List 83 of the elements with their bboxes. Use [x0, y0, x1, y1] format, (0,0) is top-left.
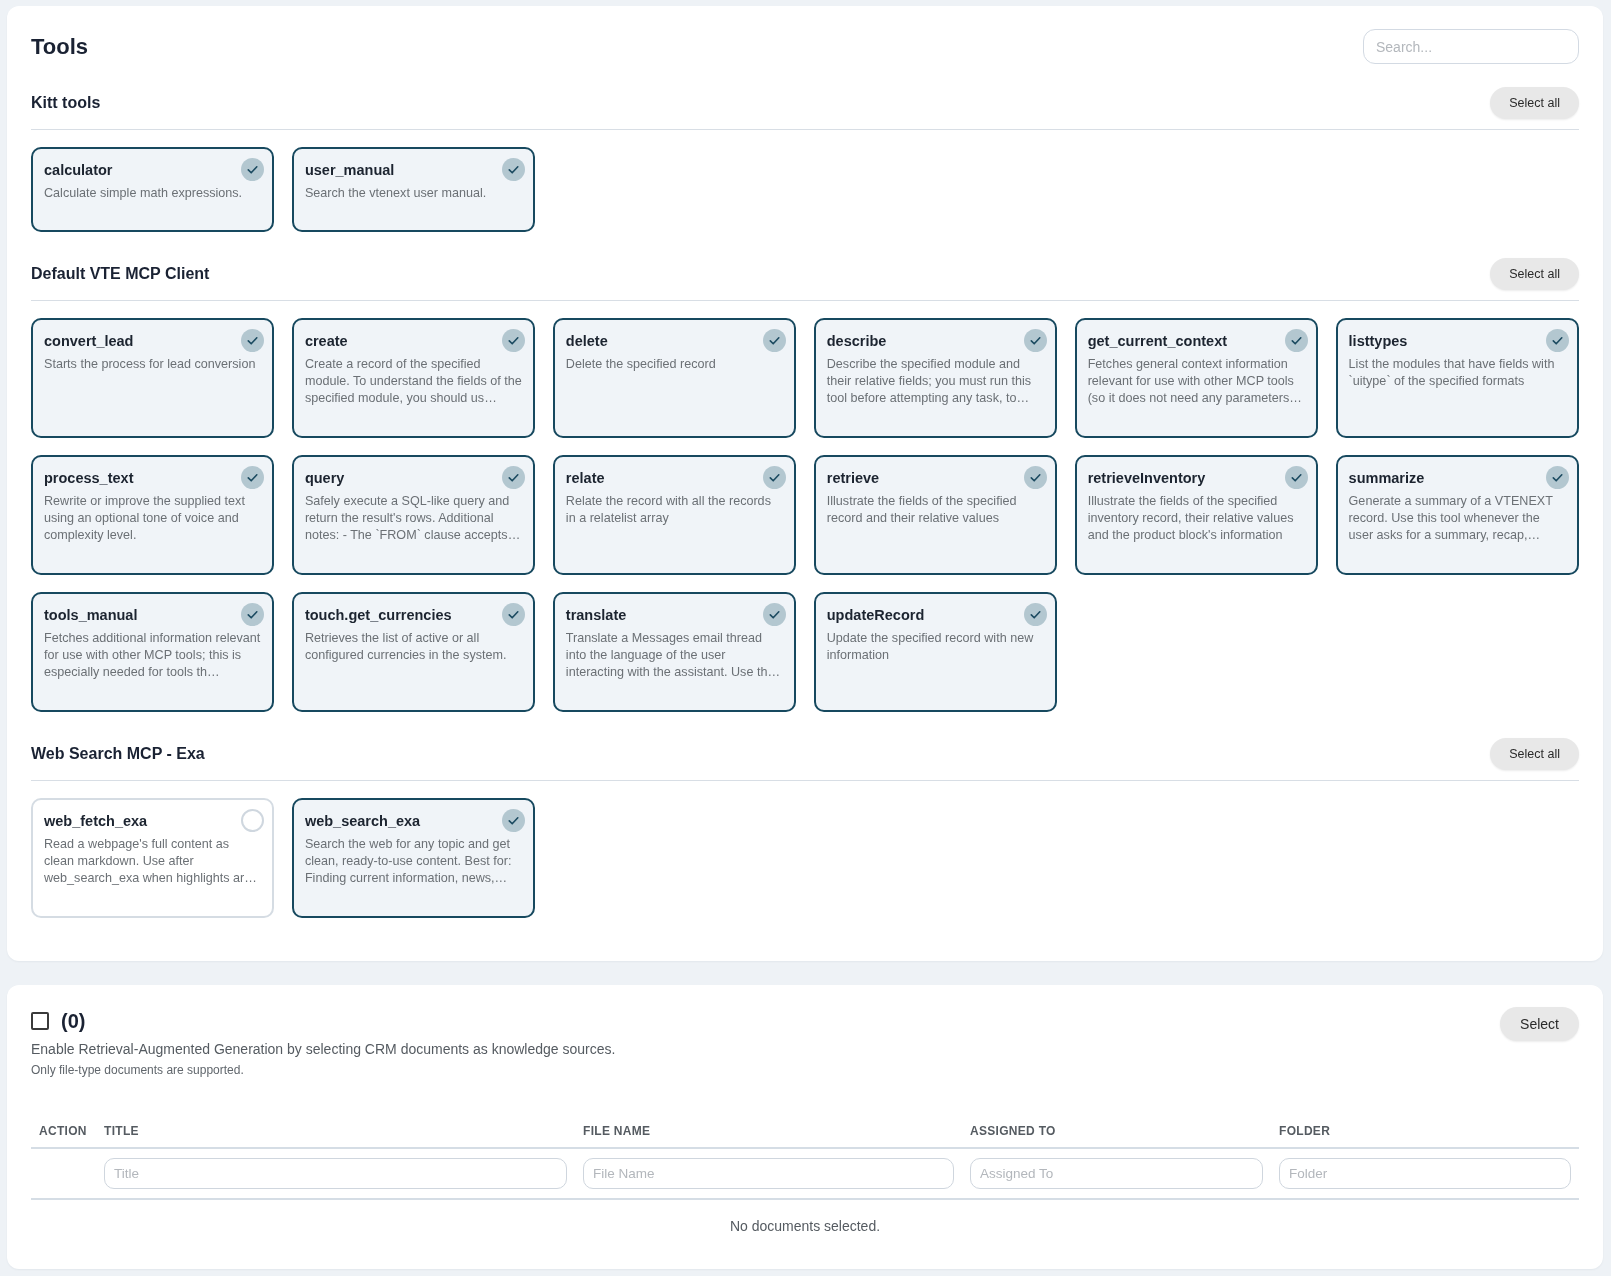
filter-field[interactable]: Assigned To	[970, 1158, 1263, 1189]
tool-name: delete	[565, 332, 608, 349]
tool-name: updateRecord	[826, 606, 925, 623]
tool-description: Create a record of the specified module. To understand the fields of the specified module, you should us…	[304, 356, 523, 407]
selected-count: (0)	[61, 1009, 86, 1033]
column-header: TITLE	[104, 1124, 139, 1138]
panel-description: Enable Retrieval-Augmented Generation by selecting CRM documents as knowledge sources.	[31, 1040, 616, 1059]
tool-name: describe	[826, 332, 887, 349]
section-heading: Web Search MCP - Exa	[31, 745, 205, 763]
tool-description: Fetches general context information relevant for use with other MCP tools (so it does not need any parameters…	[1087, 356, 1303, 407]
tool-description: Search the web for any topic and get clean, ready-to-use content. Best for: Finding current information, news,…	[304, 836, 513, 887]
tool-card[interactable]: user_manual Search the vtenext user manual.	[291, 147, 536, 232]
tool-card[interactable]: updateRecord Update the specified record with new information	[813, 592, 1058, 712]
filter-field[interactable]: File Name	[583, 1158, 954, 1189]
tool-card[interactable]: describe Describe the specified module and their relative fields; you must run this tool before attempting any task, to…	[813, 318, 1058, 438]
tool-description: Rewrite or improve the supplied text using an optional tone of voice and complexity level.	[44, 493, 246, 544]
tool-name: convert_lead	[44, 332, 134, 349]
tool-card[interactable]: touch.get_currencies Retrieves the list of active or all configured currencies in the system.	[291, 592, 536, 712]
tool-name: web_search_exa	[304, 812, 421, 829]
tool-name: create	[304, 332, 348, 349]
tool-description: Relate the record with all the records in a relatelist array	[565, 493, 772, 527]
tool-name: retrieveInventory	[1087, 469, 1206, 486]
panel-note: Only file-type documents are supported.	[31, 1062, 245, 1078]
tool-card[interactable]: process_text Rewrite or improve the supplied text using an optional tone of voice and complexity level.	[31, 455, 275, 575]
tool-description: Illustrate the fields of the specified inventory record, their relative values and the product block's information	[1087, 493, 1295, 544]
empty-message: No documents selected.	[729, 1217, 881, 1236]
tool-description: Translate a Messages email thread into the language of the user interacting with the assistant. Use th…	[565, 630, 782, 681]
tool-description: List the modules that have fields with `uitype` of the specified formats	[1348, 356, 1556, 390]
tool-description: Illustrate the fields of the specified record and their relative values	[826, 493, 1018, 527]
column-header: ASSIGNED TO	[970, 1124, 1056, 1138]
tool-name: listtypes	[1348, 332, 1408, 349]
tool-card[interactable]: summarize Generate a summary of a VTENEXT record. Use this tool whenever the user asks for a summary, recap,…	[1335, 455, 1579, 575]
select-all-button[interactable]: Select all	[1490, 87, 1579, 119]
tool-card[interactable]: tools_manual Fetches additional information relevant for use with other MCP tools; this is especially needed for tools th…	[31, 592, 275, 712]
tool-card[interactable]: listtypes List the modules that have fields with `uitype` of the specified formats	[1335, 318, 1579, 438]
tool-card[interactable]: retrieveInventory Illustrate the fields of the specified inventory record, their relative values and the product block's information	[1074, 455, 1319, 575]
tool-name: retrieve	[826, 469, 880, 486]
select-all-button[interactable]: Select all	[1490, 258, 1579, 290]
tool-name: relate	[565, 469, 605, 486]
tool-description: Retrieves the list of active or all configured currencies in the system.	[304, 630, 508, 664]
select-button[interactable]: Select	[1500, 1007, 1579, 1041]
filter-field[interactable]: Folder	[1279, 1158, 1571, 1189]
tool-description: Search the vtenext user manual.	[304, 185, 488, 202]
tool-name: get_current_context	[1087, 332, 1228, 349]
tool-card[interactable]: create Create a record of the specified module. To understand the fields of the specified module, you should us…	[291, 318, 536, 438]
tool-description: Starts the process for lead conversion	[44, 356, 257, 373]
checkbox[interactable]	[31, 1012, 49, 1030]
tool-description: Fetches additional information relevant for use with other MCP tools; this is especially needed for tools th…	[44, 630, 262, 681]
tool-name: user_manual	[304, 161, 395, 178]
tool-card[interactable]: relate Relate the record with all the records in a relatelist array	[552, 455, 797, 575]
tool-card[interactable]: get_current_context Fetches general context information relevant for use with other MCP tools (so it does not need any parameters…	[1074, 318, 1319, 438]
page-title: Tools	[31, 33, 89, 60]
tool-card[interactable]: translate Translate a Messages email thread into the language of the user interacting with the assistant. Use th…	[552, 592, 797, 712]
search-field[interactable]: Search...	[1363, 29, 1579, 64]
tool-name: process_text	[44, 469, 134, 486]
tool-description: Read a webpage's full content as clean markdown. Use after web_search_exa when highlights ar…	[44, 836, 258, 887]
tool-name: tools_manual	[44, 606, 138, 623]
tool-name: summarize	[1348, 469, 1425, 486]
tool-description: Generate a summary of a VTENEXT record. Use this tool whenever the user asks for a summary, recap,…	[1348, 493, 1554, 544]
select-all-button[interactable]: Select all	[1490, 738, 1579, 770]
section-heading: Kitt tools	[31, 94, 101, 112]
tool-card[interactable]: query Safely execute a SQL-like query and return the result's rows. Additional notes: - The `FROM` clause accepts…	[291, 455, 536, 575]
tool-description: Update the specified record with new information	[826, 630, 1035, 664]
column-header: FILE NAME	[583, 1124, 651, 1138]
tool-card[interactable]: calculator Calculate simple math expressions.	[31, 147, 275, 232]
tool-card[interactable]: retrieve Illustrate the fields of the specified record and their relative values	[813, 455, 1058, 575]
tool-name: web_fetch_exa	[44, 812, 148, 829]
column-header: FOLDER	[1279, 1124, 1331, 1138]
tool-description: Describe the specified module and their relative fields; you must run this tool before attempting any task, to…	[826, 356, 1033, 407]
tool-name: touch.get_currencies	[304, 606, 452, 623]
tool-card[interactable]: web_search_exa Search the web for any topic and get clean, ready-to-use content. Best for: Finding current information, news,…	[291, 798, 536, 918]
column-header: ACTION	[39, 1124, 87, 1138]
filter-field[interactable]: Title	[104, 1158, 567, 1189]
tool-description: Delete the specified record	[565, 356, 717, 373]
tool-card[interactable]: web_fetch_exa Read a webpage's full content as clean markdown. Use after web_search_exa when highlights ar…	[31, 798, 275, 918]
tool-name: translate	[565, 606, 627, 623]
tool-description: Calculate simple math expressions.	[44, 185, 244, 202]
tool-name: query	[304, 469, 345, 486]
tool-card[interactable]: delete Delete the specified record	[552, 318, 797, 438]
tool-name: calculator	[44, 161, 113, 178]
section-heading: Default VTE MCP Client	[31, 265, 210, 283]
tool-card[interactable]: convert_lead Starts the process for lead conversion	[31, 318, 275, 438]
tool-description: Safely execute a SQL-like query and return the result's rows. Additional notes: - The `FROM` clause accepts…	[304, 493, 522, 544]
